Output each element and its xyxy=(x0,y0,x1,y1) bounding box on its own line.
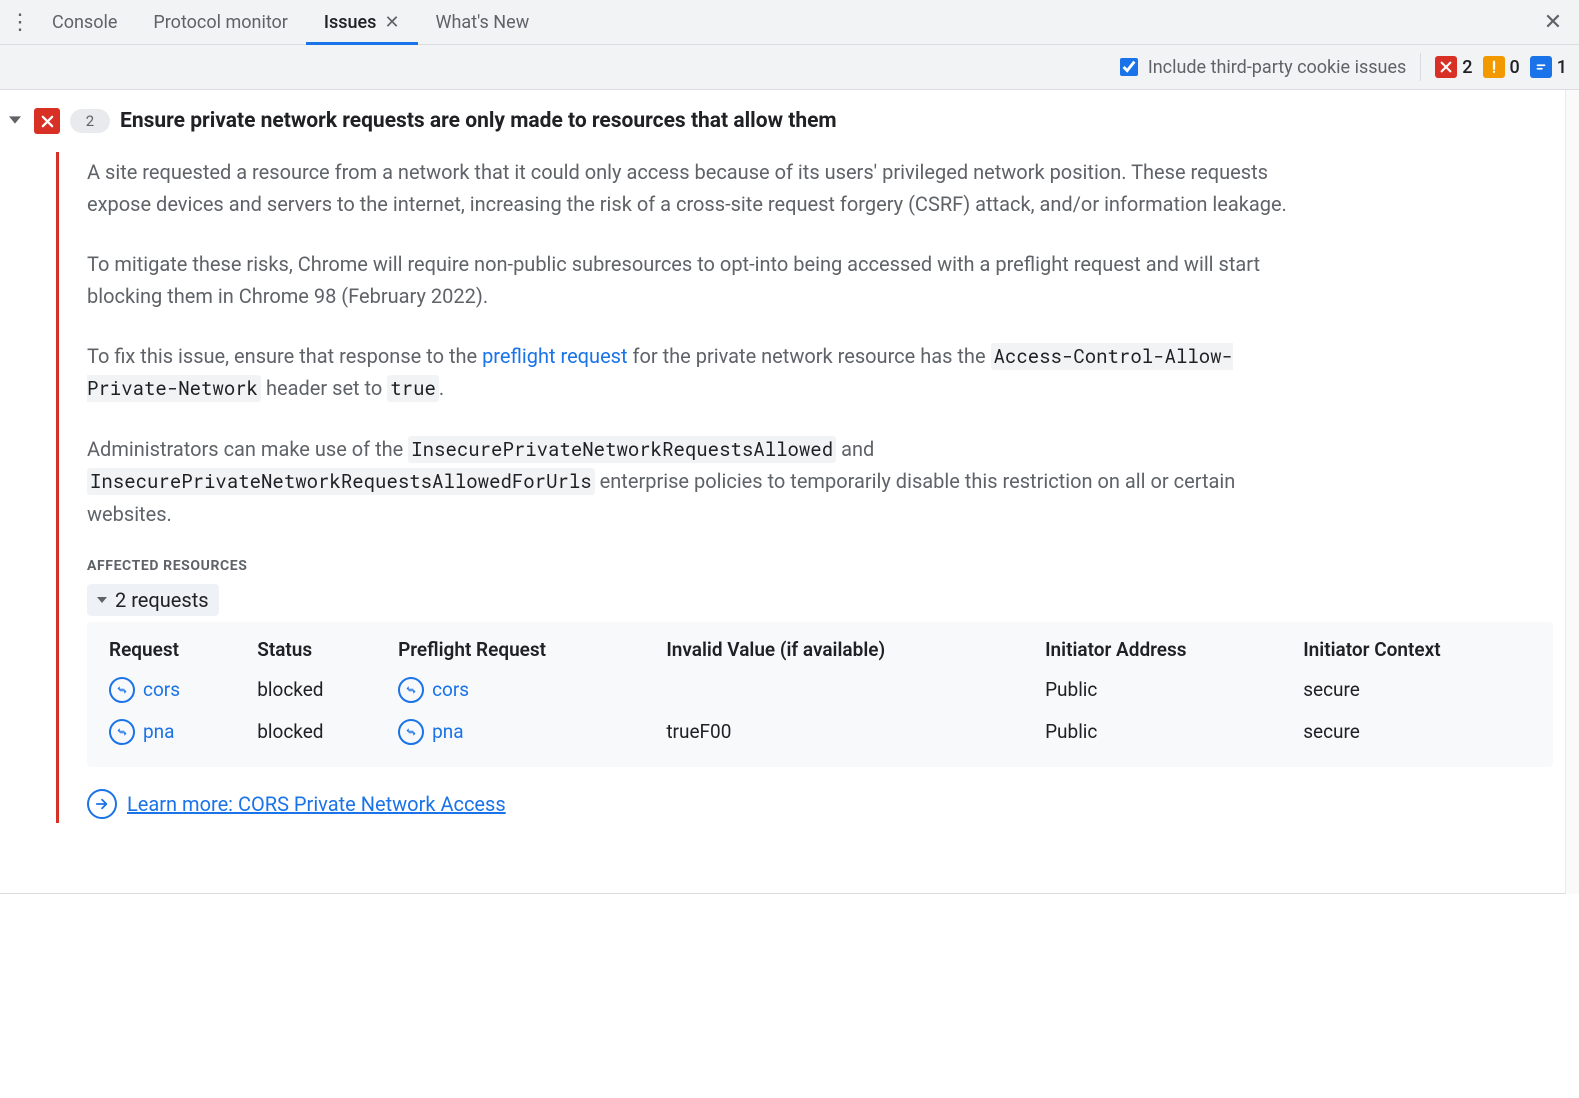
issue-count-pill: 2 xyxy=(70,109,110,133)
severity-info[interactable]: 1 xyxy=(1530,56,1567,78)
issues-toolbar: Include third-party cookie issues 2 0 1 xyxy=(0,45,1579,90)
requests-table-wrap: Request Status Preflight Request Invalid… xyxy=(87,622,1553,767)
cell-preflight[interactable]: pna xyxy=(386,711,654,753)
tab-label: Console xyxy=(52,12,117,33)
col-preflight: Preflight Request xyxy=(386,630,654,669)
issue-body: A site requested a resource from a netwo… xyxy=(56,152,1553,823)
table-row: pnablockedpnatrueF00Publicsecure xyxy=(97,711,1543,753)
severity-warning[interactable]: 0 xyxy=(1483,56,1520,78)
tab-issues[interactable]: Issues ✕ xyxy=(306,0,418,44)
severity-error-count: 2 xyxy=(1462,57,1472,78)
third-party-cookie-label: Include third-party cookie issues xyxy=(1148,57,1406,78)
col-initiator-context: Initiator Context xyxy=(1291,630,1543,669)
requests-table: Request Status Preflight Request Invalid… xyxy=(97,630,1543,753)
col-invalid: Invalid Value (if available) xyxy=(654,630,1033,669)
issue-paragraph: To mitigate these risks, Chrome will req… xyxy=(87,248,1287,312)
network-icon xyxy=(398,677,424,703)
table-header-row: Request Status Preflight Request Invalid… xyxy=(97,630,1543,669)
devtools-tabstrip: ⋮ Console Protocol monitor Issues ✕ What… xyxy=(0,0,1579,45)
cell-request[interactable]: pna xyxy=(97,711,245,753)
col-request: Request xyxy=(97,630,245,669)
third-party-cookie-checkbox[interactable] xyxy=(1120,58,1138,76)
issue-paragraph: Administrators can make use of the Insec… xyxy=(87,433,1287,530)
col-status: Status xyxy=(245,630,386,669)
cell-initiator-address: Public xyxy=(1033,669,1291,711)
preflight-request-link[interactable]: preflight request xyxy=(482,344,627,368)
cell-request[interactable]: cors xyxy=(97,669,245,711)
issue-paragraph: A site requested a resource from a netwo… xyxy=(87,156,1287,220)
issue-paragraph: To fix this issue, ensure that response … xyxy=(87,340,1287,405)
cell-status: blocked xyxy=(245,711,386,753)
issue-item: 2 Ensure private network requests are on… xyxy=(0,90,1579,853)
tab-whats-new[interactable]: What's New xyxy=(418,0,548,44)
chevron-down-icon[interactable] xyxy=(6,111,24,131)
cell-invalid: trueF00 xyxy=(654,711,1033,753)
requests-summary-text: 2 requests xyxy=(115,588,209,612)
text-fragment: header set to xyxy=(261,376,387,400)
text-fragment: for the private network resource has the xyxy=(628,344,991,368)
issue-header-row[interactable]: 2 Ensure private network requests are on… xyxy=(6,108,1553,134)
text-fragment: and xyxy=(836,437,874,461)
issues-scroll-area: 2 Ensure private network requests are on… xyxy=(0,90,1579,894)
network-icon xyxy=(398,719,424,745)
learn-more: Learn more: CORS Private Network Access xyxy=(87,789,506,819)
error-icon xyxy=(34,108,60,134)
code-true: true xyxy=(387,375,439,402)
severity-error[interactable]: 2 xyxy=(1435,56,1472,78)
network-icon xyxy=(109,719,135,745)
third-party-cookie-toggle[interactable]: Include third-party cookie issues xyxy=(1120,57,1406,78)
issue-description: A site requested a resource from a netwo… xyxy=(87,156,1287,530)
bottom-divider xyxy=(0,893,1579,894)
severity-info-count: 1 xyxy=(1557,57,1567,78)
tab-label: What's New xyxy=(436,12,530,33)
cell-initiator-address: Public xyxy=(1033,711,1291,753)
tab-protocol-monitor[interactable]: Protocol monitor xyxy=(135,0,306,44)
table-row: corsblockedcors Publicsecure xyxy=(97,669,1543,711)
network-icon xyxy=(109,677,135,703)
tab-console[interactable]: Console xyxy=(34,0,135,44)
affected-resources-label: AFFECTED RESOURCES xyxy=(87,558,1553,574)
cell-invalid xyxy=(654,669,1033,711)
text-fragment: Administrators can make use of the xyxy=(87,437,408,461)
scrollbar-thumb[interactable] xyxy=(1566,90,1578,180)
panel-close-icon[interactable]: ✕ xyxy=(1533,10,1573,35)
tab-label: Issues xyxy=(324,12,377,33)
arrow-right-icon xyxy=(87,789,117,819)
more-tabs-icon[interactable]: ⋮ xyxy=(6,10,34,35)
col-initiator-address: Initiator Address xyxy=(1033,630,1291,669)
info-icon xyxy=(1530,56,1552,78)
error-icon xyxy=(1435,56,1457,78)
cell-status: blocked xyxy=(245,669,386,711)
chevron-down-icon xyxy=(97,590,107,610)
learn-more-link[interactable]: Learn more: CORS Private Network Access xyxy=(127,792,506,816)
text-fragment: . xyxy=(439,376,444,400)
code-policy-1: InsecurePrivateNetworkRequestsAllowed xyxy=(408,436,836,463)
severity-warning-count: 0 xyxy=(1510,57,1520,78)
cell-preflight[interactable]: cors xyxy=(386,669,654,711)
cell-initiator-context: secure xyxy=(1291,711,1543,753)
tab-label: Protocol monitor xyxy=(153,12,288,33)
code-policy-2: InsecurePrivateNetworkRequestsAllowedFor… xyxy=(87,468,595,495)
cell-initiator-context: secure xyxy=(1291,669,1543,711)
issue-title: Ensure private network requests are only… xyxy=(120,109,837,133)
text-fragment: To fix this issue, ensure that response … xyxy=(87,344,482,368)
toolbar-divider xyxy=(1420,53,1421,81)
close-icon[interactable]: ✕ xyxy=(384,12,399,33)
warning-icon xyxy=(1483,56,1505,78)
requests-summary[interactable]: 2 requests xyxy=(87,584,219,616)
